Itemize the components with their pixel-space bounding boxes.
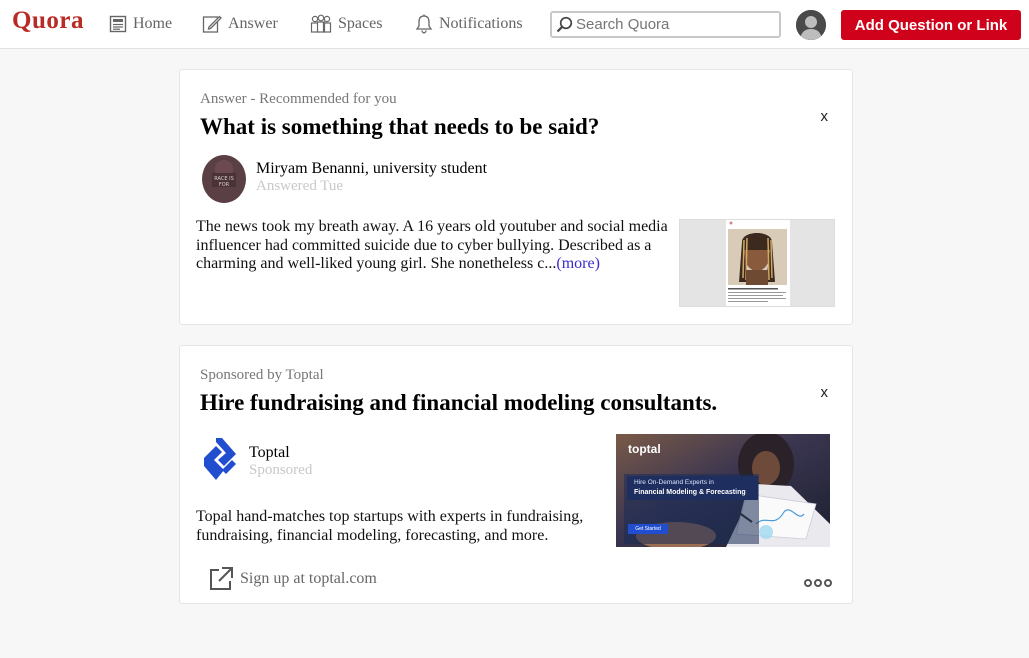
question-title[interactable]: What is something that needs to be said? (200, 114, 599, 140)
add-question-button[interactable]: Add Question or Link (841, 10, 1021, 40)
nav-notifications[interactable]: Notifications (415, 11, 523, 37)
ad-title[interactable]: Hire fundraising and financial modeling … (200, 390, 717, 416)
advertiser-name[interactable]: Toptal (249, 444, 290, 462)
ad-image[interactable]: toptal Hire On-Demand Experts in Financi… (616, 434, 830, 547)
signup-link-label: Sign up at toptal.com (240, 570, 377, 587)
nav-spaces-label: Spaces (338, 15, 383, 32)
bell-icon (415, 14, 433, 34)
search-input[interactable] (576, 16, 776, 33)
answered-date: Answered Tue (256, 178, 344, 194)
nav-answer-label: Answer (228, 15, 278, 32)
sponsored-label: Sponsored (249, 462, 313, 478)
dismiss-button[interactable]: x (821, 384, 829, 401)
nav-notifications-label: Notifications (439, 15, 523, 32)
external-link-icon (210, 567, 233, 590)
card-eyebrow: Sponsored by Toptal (200, 367, 324, 383)
nav-answer[interactable]: Answer (202, 11, 278, 37)
top-nav: Quora Home Answer Spaces Notifications S… (0, 0, 1029, 49)
people-icon (310, 14, 332, 33)
ad-headline-1: Hire On-Demand Experts in (634, 479, 714, 486)
search-icon (556, 16, 573, 33)
author-name[interactable]: Miryam Benanni, university student (256, 160, 487, 178)
more-options-icon[interactable] (802, 579, 832, 587)
answer-thumbnail[interactable] (679, 219, 835, 307)
signup-link[interactable]: Sign up at toptal.com (208, 566, 377, 592)
toptal-logo-icon[interactable] (202, 436, 238, 482)
card-eyebrow: Answer - Recommended for you (200, 91, 397, 107)
user-avatar[interactable] (796, 10, 826, 40)
user-avatar-icon (796, 10, 826, 40)
nav-home-label: Home (133, 15, 173, 32)
nav-spaces[interactable]: Spaces (310, 11, 382, 37)
more-link[interactable]: (more) (556, 255, 600, 272)
answer-card: Answer - Recommended for you What is som… (179, 69, 853, 325)
ad-cta-button[interactable]: Get Started (628, 524, 668, 534)
pencil-icon (202, 15, 222, 33)
nav-home[interactable]: Home (109, 11, 172, 37)
ad-brand: toptal (628, 442, 661, 456)
dismiss-button[interactable]: x (821, 108, 829, 125)
sponsored-card: Sponsored by Toptal Hire fundraising and… (179, 345, 853, 604)
ad-description[interactable]: Topal hand-matches top startups with exp… (196, 508, 616, 545)
ad-headline-2: Financial Modeling & Forecasting (634, 489, 746, 496)
answer-preview[interactable]: The news took my breath away. A 16 years… (196, 218, 676, 274)
quora-logo[interactable]: Quora (12, 7, 84, 35)
search-box[interactable] (550, 11, 781, 38)
svg-text:FOR: FOR (219, 182, 230, 188)
author-avatar[interactable]: RACE IS FOR (202, 155, 246, 203)
home-feed-icon (109, 15, 127, 33)
